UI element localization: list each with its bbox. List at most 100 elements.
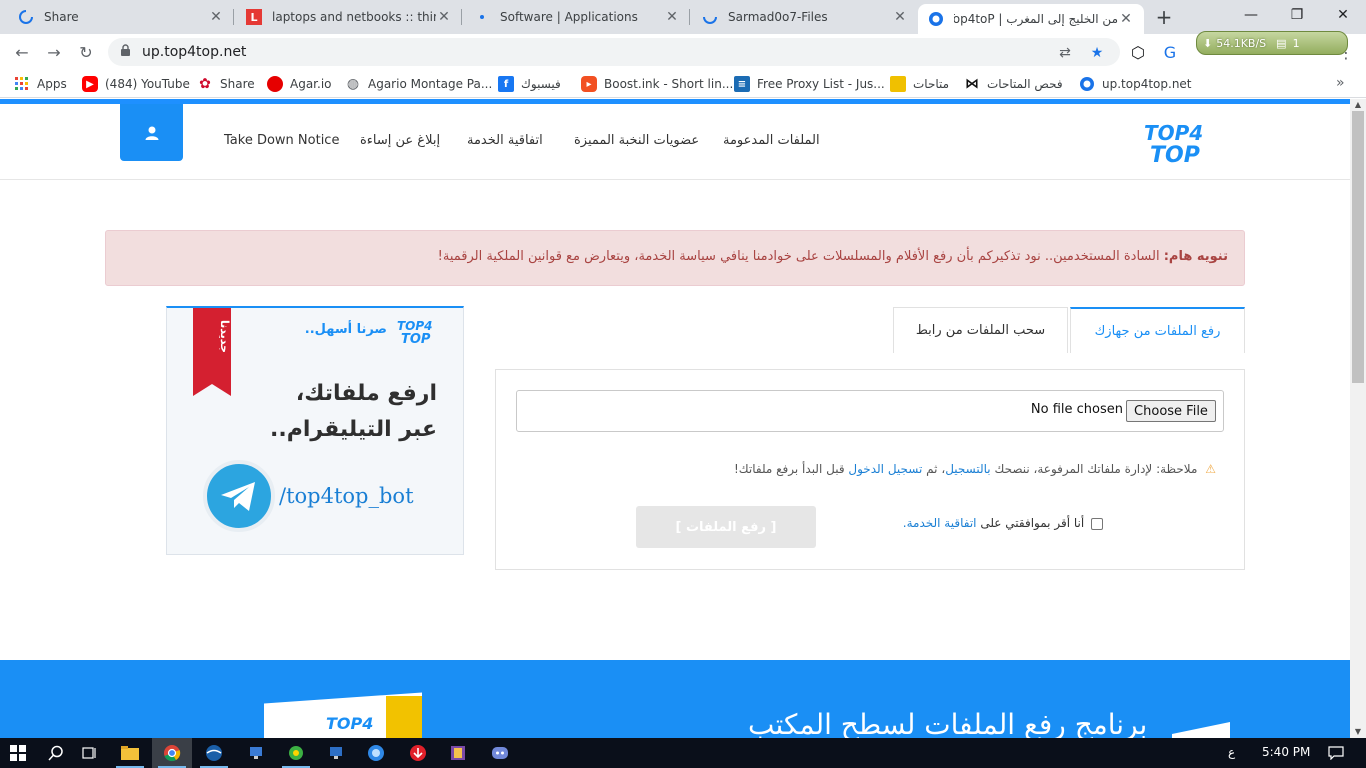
bookmarks-overflow-icon[interactable]: » <box>1336 75 1345 91</box>
clock-time[interactable]: 5:40 PM <box>1262 745 1310 759</box>
choose-file-button[interactable]: Choose File <box>1126 400 1216 422</box>
tab-upload-from-device[interactable]: رفع الملفات من جهازك <box>1070 307 1245 353</box>
user-icon <box>145 126 158 140</box>
svg-text:TOP4: TOP4 <box>397 319 433 333</box>
svg-text:TOP: TOP <box>401 332 431 344</box>
promo-logo: TOP4 TOP <box>397 319 433 344</box>
notification-center-icon[interactable] <box>1316 738 1356 768</box>
nav-supported-files[interactable]: الملفات المدعومة <box>723 133 820 148</box>
tab-title: Share <box>44 10 79 24</box>
l-favicon-icon: L <box>246 9 262 25</box>
top4top-favicon-icon <box>928 11 944 27</box>
close-icon[interactable]: ✕ <box>436 9 452 25</box>
google-translate-icon[interactable]: G <box>1158 40 1182 64</box>
huawei-icon: ✿ <box>199 76 211 92</box>
user-account-button[interactable] <box>120 104 183 161</box>
boost-icon: ▸ <box>581 76 597 92</box>
bookmark-motahat[interactable]: متاحات <box>890 75 949 93</box>
nav-report-abuse[interactable]: إبلاغ عن إساءة <box>360 133 440 148</box>
loading-spinner-icon <box>18 9 34 25</box>
browser-tab-software[interactable]: Software | Applications ✕ <box>464 0 690 34</box>
bookmark-label: Agar.io <box>290 77 332 91</box>
address-bar[interactable]: up.top4top.net ⇄ ★ <box>108 38 1120 66</box>
service-agreement-link[interactable]: اتفاقية الخدمة. <box>903 516 977 530</box>
bookmark-star-icon[interactable]: ★ <box>1088 44 1106 62</box>
file-input[interactable]: No file chosen Choose File <box>516 390 1224 432</box>
alert-text: السادة المستخدمين.. نود تذكيركم بأن رفع … <box>437 249 1160 264</box>
file-explorer-icon[interactable] <box>110 738 150 768</box>
downloader-app-icon[interactable] <box>398 738 438 768</box>
telegram-bot-promo-banner[interactable]: جديدنا TOP4 TOP صرنا أسهل.. ارفع ملفاتك،… <box>166 306 464 555</box>
tab-fetch-from-url[interactable]: سحب الملفات من رابط <box>893 307 1068 353</box>
window-close-button[interactable]: ✕ <box>1320 0 1366 30</box>
winrar-app-icon[interactable] <box>438 738 478 768</box>
bookmark-proxy-list[interactable]: ≡ Free Proxy List - Jus... <box>734 75 885 93</box>
register-link[interactable]: بالتسجيل <box>945 462 990 476</box>
dot-favicon-icon <box>474 9 490 25</box>
bookmark-check-motahat[interactable]: ⋈ فحص المتاحات <box>964 75 1063 93</box>
bookmark-apps[interactable]: Apps <box>14 75 67 93</box>
bookmark-boost[interactable]: ▸ Boost.ink - Short lin... <box>581 75 733 93</box>
browser-tab-share[interactable]: Share ✕ <box>8 0 234 34</box>
bookmark-agario[interactable]: Agar.io <box>267 75 332 93</box>
scrollbar-thumb[interactable] <box>1352 111 1364 383</box>
browser-tab-top4top[interactable]: من الخليج إلى المغرب | Top4toP ✕ <box>918 4 1144 34</box>
discord-icon[interactable] <box>480 738 520 768</box>
minimize-button[interactable]: — <box>1228 0 1274 30</box>
page-scrollbar[interactable]: ▲ ▼ <box>1350 99 1366 738</box>
close-icon[interactable]: ✕ <box>1118 11 1134 27</box>
close-icon[interactable]: ✕ <box>892 9 908 25</box>
app-globe-icon[interactable] <box>194 738 234 768</box>
forward-button[interactable]: → <box>42 40 66 64</box>
scroll-up-arrow-icon[interactable]: ▲ <box>1350 99 1366 111</box>
top4top-favicon-icon <box>1079 76 1095 92</box>
registration-note: ⚠ ملاحظة: لإدارة ملفاتك المرفوعة، ننصحك … <box>496 462 1216 476</box>
svg-text:TOP4: TOP4 <box>1144 121 1203 145</box>
box-logo-text: TOP4 <box>326 714 374 733</box>
nav-service-agreement[interactable]: اتفاقية الخدمة <box>467 133 543 148</box>
scroll-down-arrow-icon[interactable]: ▼ <box>1350 726 1366 738</box>
network-app-icon[interactable] <box>236 738 276 768</box>
bow-icon: ⋈ <box>965 76 979 92</box>
top4top-logo[interactable]: TOP4 TOP <box>1142 120 1216 168</box>
proxy-list-icon: ≡ <box>734 76 750 92</box>
promo-headline-line-1: ارفع ملفاتك، <box>295 381 437 406</box>
download-speed-extension[interactable]: ⬇ 54.1KB/S ▤ 1 <box>1196 31 1348 55</box>
nav-elite-memberships[interactable]: عضويات النخبة المميزة <box>574 133 699 148</box>
browser-tab-laptops[interactable]: L laptops and netbooks :: thinkp ✕ <box>236 0 462 34</box>
keyboard-language-indicator[interactable]: ع <box>1228 745 1235 759</box>
spotlight-app-icon[interactable] <box>276 738 316 768</box>
browser-tab-sarmad[interactable]: Sarmad0o7-Files ✕ <box>692 0 918 34</box>
task-view-icon[interactable] <box>70 738 110 768</box>
windows-start-icon[interactable] <box>0 738 36 768</box>
lock-icon[interactable] <box>120 44 132 60</box>
restore-button[interactable]: ❐ <box>1274 0 1320 30</box>
files-icon: ▤ <box>1276 36 1287 50</box>
bookmark-youtube[interactable]: ▶ (484) YouTube <box>82 75 190 93</box>
agree-text: أنا أقر بموافقتي على <box>980 516 1085 530</box>
back-button[interactable]: ← <box>10 40 34 64</box>
loading-spinner-icon <box>702 9 718 25</box>
bookmark-label: (484) YouTube <box>105 77 190 91</box>
warning-icon: ⚠ <box>1205 462 1216 476</box>
upload-files-button[interactable]: [ رفع الملفات ] <box>636 506 816 548</box>
bookmark-facebook[interactable]: f فيسبوك <box>498 75 561 93</box>
bookmark-agario-montage[interactable]: ◍ Agario Montage Pa... <box>345 75 492 93</box>
close-icon[interactable]: ✕ <box>208 9 224 25</box>
chrome-icon[interactable] <box>152 738 192 768</box>
facebook-icon: f <box>498 76 514 92</box>
blue-circle-app-icon[interactable] <box>356 738 396 768</box>
bookmark-label: Free Proxy List - Jus... <box>757 77 885 91</box>
bookmark-top4top[interactable]: up.top4top.net <box>1079 75 1192 93</box>
reload-button[interactable]: ↻ <box>74 40 98 64</box>
agree-checkbox[interactable] <box>1091 517 1103 530</box>
upload-panel: No file chosen Choose File ⚠ ملاحظة: لإد… <box>495 369 1245 570</box>
login-link[interactable]: تسجيل الدخول <box>848 462 922 476</box>
nav-take-down-notice[interactable]: Take Down Notice <box>224 133 339 148</box>
remote-desktop-icon[interactable] <box>316 738 356 768</box>
new-tab-button[interactable]: + <box>1152 5 1176 29</box>
bookmark-share[interactable]: ✿ Share <box>197 75 255 93</box>
close-icon[interactable]: ✕ <box>664 9 680 25</box>
translate-icon[interactable]: ⇄ <box>1056 44 1074 62</box>
extension-cube-icon[interactable]: ⬡ <box>1126 40 1150 64</box>
